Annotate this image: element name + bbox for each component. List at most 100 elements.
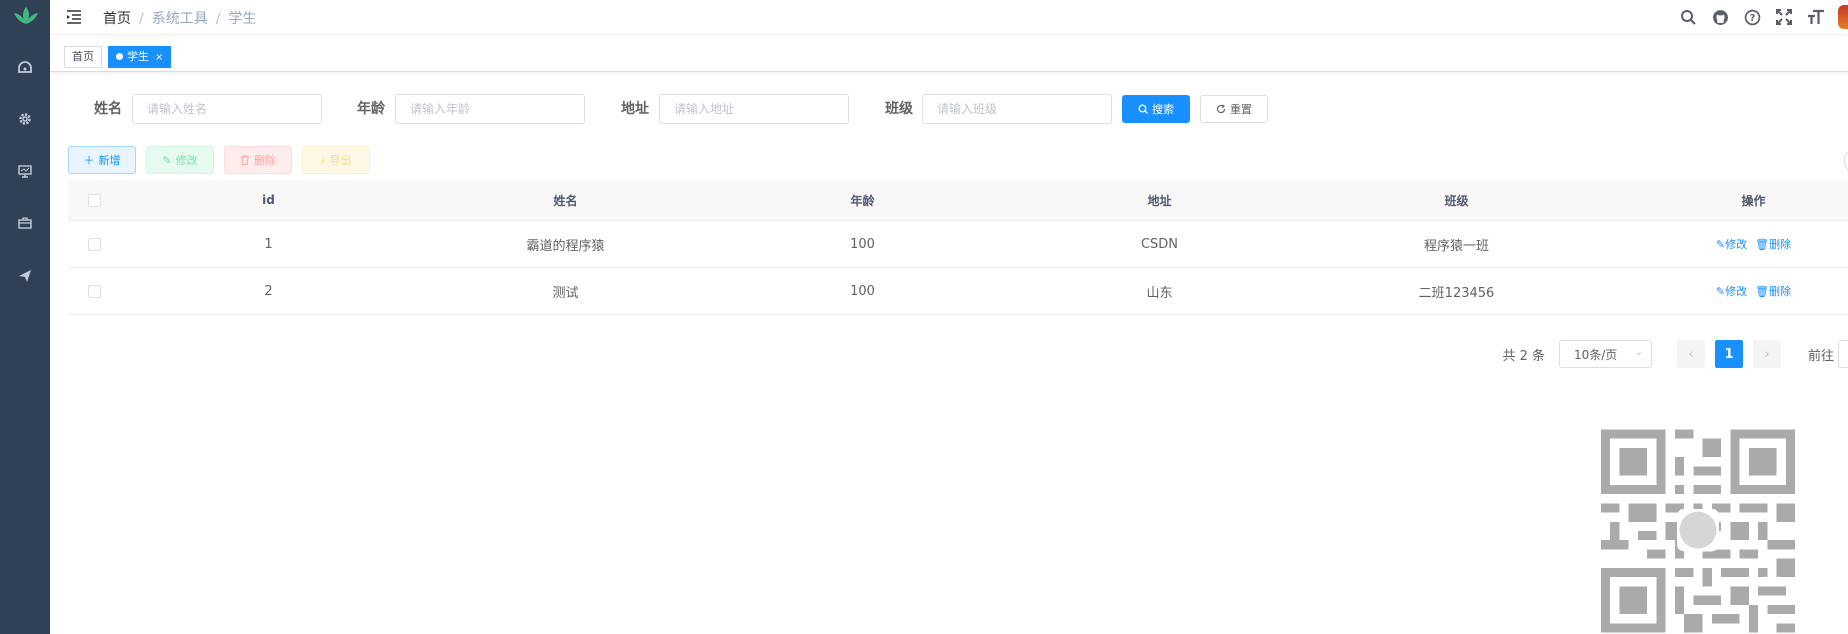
search-button[interactable]: 搜索 bbox=[1122, 95, 1190, 123]
toolbar-circle-button[interactable] bbox=[1844, 147, 1848, 175]
dashboard-icon bbox=[18, 61, 32, 73]
header-class: 班级 bbox=[1444, 193, 1469, 208]
row-select-cell bbox=[68, 221, 120, 267]
fullscreen-icon bbox=[1776, 9, 1792, 25]
sidebar-item-dashboard[interactable] bbox=[0, 47, 50, 87]
header-id: id bbox=[262, 193, 275, 207]
chevron-left-icon: ‹ bbox=[1688, 346, 1694, 362]
sidebar-item-monitor[interactable] bbox=[0, 151, 50, 191]
active-dot-icon bbox=[116, 53, 123, 60]
edit-icon: ✎ bbox=[162, 153, 172, 167]
add-button-label: 新增 bbox=[98, 154, 121, 167]
avatar[interactable] bbox=[1838, 5, 1848, 29]
row-edit-label: 修改 bbox=[1725, 238, 1748, 251]
tag-student[interactable]: 学生 × bbox=[108, 46, 172, 68]
name-label: 姓名 bbox=[94, 101, 122, 117]
cell-address: 山东 bbox=[1146, 285, 1173, 301]
search-icon bbox=[1138, 104, 1148, 114]
row-checkbox[interactable] bbox=[87, 284, 101, 298]
address-input[interactable] bbox=[659, 94, 849, 124]
next-page-button[interactable]: › bbox=[1752, 340, 1781, 368]
prev-page-button[interactable]: ‹ bbox=[1676, 340, 1705, 368]
add-button[interactable]: ＋新增 bbox=[68, 146, 136, 174]
font-size-button[interactable] bbox=[1800, 5, 1832, 29]
row-edit-label: 修改 bbox=[1725, 285, 1748, 298]
close-icon[interactable]: × bbox=[155, 52, 163, 63]
tag-student-label: 学生 bbox=[127, 50, 149, 63]
cell-id: 1 bbox=[264, 236, 273, 252]
cell-class: 二班123456 bbox=[1418, 285, 1495, 301]
page-number-current[interactable]: 1 bbox=[1714, 340, 1743, 368]
github-icon bbox=[1712, 9, 1728, 25]
row-select-cell bbox=[68, 268, 120, 314]
cell-id: 2 bbox=[264, 283, 273, 299]
class-input[interactable] bbox=[922, 94, 1112, 124]
sidebar-item-system[interactable] bbox=[0, 99, 50, 139]
row-checkbox[interactable] bbox=[87, 237, 101, 251]
tag-home[interactable]: 首页 bbox=[64, 46, 102, 68]
cell-name: 霸道的程序猿 bbox=[526, 238, 605, 254]
edit-icon: ✎ bbox=[1715, 285, 1726, 298]
address-label: 地址 bbox=[621, 101, 649, 117]
header-select-cell bbox=[68, 180, 120, 220]
breadcrumb-home[interactable]: 首页 bbox=[103, 11, 131, 27]
export-button-label: 导出 bbox=[329, 154, 352, 167]
delete-button-label: 删除 bbox=[254, 154, 276, 167]
right-menu: ? bbox=[1672, 5, 1848, 29]
edit-button[interactable]: ✎ 修改 bbox=[146, 146, 214, 174]
table-row: 1 霸道的程序猿 100 CSDN 程序猿一班 ✎修改 🗑删除 bbox=[68, 221, 1848, 268]
export-button[interactable]: ⤓ 导出 bbox=[302, 146, 370, 174]
row-delete-link[interactable]: 🗑删除 bbox=[1755, 236, 1791, 252]
student-table: id 姓名 年龄 地址 班级 操作 1 霸道的程序猿 100 CSDN 程序猿一… bbox=[68, 180, 1848, 315]
search-button[interactable] bbox=[1672, 5, 1704, 29]
table-row: 2 测试 100 山东 二班123456 ✎修改 🗑删除 bbox=[68, 268, 1848, 315]
goto-page-input[interactable] bbox=[1838, 340, 1848, 368]
trash-icon: 🗑 bbox=[1755, 285, 1770, 298]
breadcrumb: 首页 / 系统工具 / 学生 bbox=[103, 11, 257, 27]
navbar: 首页 / 系统工具 / 学生 ? bbox=[50, 0, 1848, 35]
edit-icon: ✎ bbox=[1715, 238, 1726, 251]
gear-icon bbox=[19, 113, 31, 125]
plus-icon: ＋ bbox=[83, 154, 95, 167]
pagination: 共 2 条 10条/页 ⌄ ‹ 1 › 前往 bbox=[1502, 340, 1848, 368]
edit-button-label: 修改 bbox=[175, 154, 198, 167]
chevron-right-icon: › bbox=[1764, 346, 1770, 362]
breadcrumb-current: 学生 bbox=[228, 11, 257, 27]
header-address: 地址 bbox=[1147, 193, 1172, 208]
help-button[interactable]: ? bbox=[1736, 5, 1768, 29]
row-delete-link[interactable]: 🗑删除 bbox=[1755, 283, 1791, 299]
breadcrumb-system-tools[interactable]: 系统工具 bbox=[152, 11, 208, 27]
reset-button[interactable]: 重置 bbox=[1200, 95, 1268, 123]
trash-icon: 🗑 bbox=[1755, 238, 1770, 251]
cell-operation: ✎修改 🗑删除 bbox=[1605, 221, 1848, 267]
logo-icon[interactable] bbox=[12, 6, 40, 26]
cell-address: CSDN bbox=[1140, 236, 1179, 252]
name-input[interactable] bbox=[132, 94, 322, 124]
sidebar-item-send[interactable] bbox=[0, 256, 50, 296]
question-icon: ? bbox=[1744, 9, 1760, 25]
main-content: 首页/系统工具/学生 ? 首页 学生× 姓名 年龄 地 bbox=[50, 0, 1848, 634]
cell-class: 程序猿一班 bbox=[1423, 238, 1489, 254]
delete-button[interactable]: 删除 bbox=[224, 146, 292, 174]
class-label: 班级 bbox=[885, 101, 913, 117]
row-edit-link[interactable]: ✎修改 bbox=[1716, 283, 1747, 299]
chevron-down-icon: ⌄ bbox=[1634, 347, 1643, 358]
hamburger-icon[interactable] bbox=[66, 9, 82, 25]
send-icon bbox=[19, 270, 31, 282]
download-icon: ⤓ bbox=[320, 153, 326, 166]
header-age: 年龄 bbox=[850, 193, 875, 208]
row-edit-link[interactable]: ✎修改 bbox=[1716, 236, 1747, 252]
trash-icon bbox=[241, 155, 249, 165]
tag-home-label: 首页 bbox=[72, 50, 94, 63]
github-button[interactable] bbox=[1704, 5, 1736, 29]
row-delete-label: 删除 bbox=[1769, 238, 1792, 251]
age-input[interactable] bbox=[395, 94, 585, 124]
toolbox-icon bbox=[18, 217, 32, 229]
page-size-select[interactable]: 10条/页 ⌄ bbox=[1558, 340, 1652, 368]
sidebar-item-tools[interactable] bbox=[0, 203, 50, 243]
refresh-icon bbox=[1216, 104, 1226, 114]
fullscreen-button[interactable] bbox=[1768, 5, 1800, 29]
font-size-icon bbox=[1808, 9, 1824, 24]
cell-age: 100 bbox=[850, 236, 875, 252]
select-all-checkbox[interactable] bbox=[87, 193, 101, 207]
